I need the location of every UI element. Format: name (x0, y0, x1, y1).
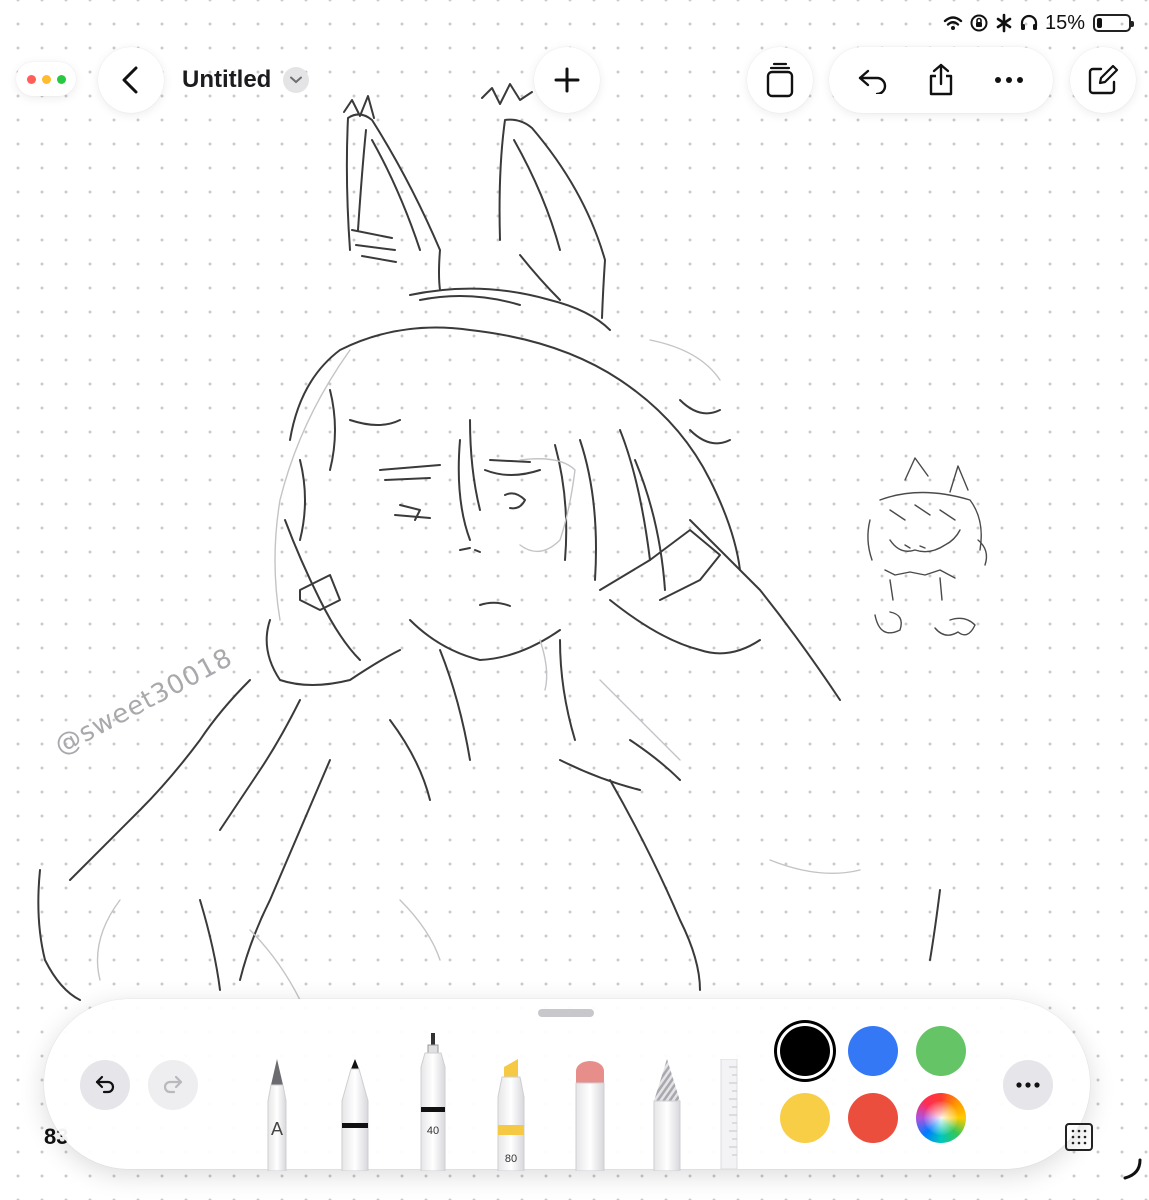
fineliner-tool-icon (420, 1033, 446, 1172)
plus-icon (554, 67, 580, 93)
add-button[interactable] (534, 47, 600, 113)
redo-icon (163, 1075, 183, 1094)
ruler-tool[interactable] (719, 1058, 739, 1174)
color-blue-swatch[interactable] (848, 1026, 898, 1076)
eraser-tool[interactable] (572, 1057, 608, 1176)
status-bar: 15% (943, 10, 1134, 36)
color-wheel-center (924, 1101, 958, 1135)
palette-grabber[interactable] (538, 1009, 594, 1017)
back-button[interactable] (98, 47, 164, 113)
highlighter-width-label: 80 (504, 1153, 518, 1165)
palette-more-button[interactable] (1003, 1060, 1053, 1110)
palette-undo-button[interactable] (80, 1060, 130, 1110)
share-button[interactable] (913, 52, 969, 108)
undo-arrow-button[interactable] (845, 52, 901, 108)
undo-arrow-icon (858, 69, 887, 94)
color-picker-wheel[interactable] (916, 1093, 966, 1143)
orientation-lock-icon (969, 13, 989, 33)
marker-tool[interactable] (338, 1057, 372, 1176)
chevron-down-icon[interactable] (283, 67, 310, 93)
pen-tool[interactable]: A (262, 1057, 292, 1176)
marker-tool-icon (341, 1059, 369, 1172)
bluetooth-icon (995, 13, 1013, 33)
more-options-button[interactable] (981, 52, 1037, 108)
compose-button[interactable] (1070, 47, 1136, 113)
pages-button[interactable] (747, 47, 813, 113)
pencil-tool[interactable] (650, 1057, 684, 1176)
fineliner-tool[interactable]: 40 (417, 1033, 449, 1176)
wifi-icon (943, 15, 963, 31)
ellipsis-icon (995, 77, 1023, 83)
window-close-dot[interactable] (26, 74, 36, 84)
color-red-swatch[interactable] (848, 1093, 898, 1143)
compose-icon (1088, 64, 1119, 95)
battery-icon (1093, 14, 1134, 32)
fineliner-width-label: 40 (426, 1125, 440, 1137)
tool-palette: A 40 80 (44, 999, 1090, 1172)
color-yellow-swatch[interactable] (780, 1093, 830, 1143)
palette-redo-button[interactable] (148, 1060, 198, 1110)
ellipsis-icon (1016, 1082, 1040, 1088)
document-title[interactable]: Untitled (182, 66, 271, 94)
share-icon (929, 63, 953, 96)
pen-tool-icon (267, 1059, 287, 1172)
window-zoom-dot[interactable] (56, 74, 66, 84)
window-controls[interactable] (16, 62, 76, 96)
color-black-swatch[interactable] (780, 1026, 830, 1076)
undo-icon (95, 1075, 115, 1094)
headphones-icon (1019, 13, 1039, 33)
pen-tool-label: A (270, 1119, 283, 1139)
pencil-tool-icon (653, 1059, 681, 1172)
ruler-tool-icon (720, 1058, 738, 1170)
color-green-swatch[interactable] (916, 1026, 966, 1076)
window-minimize-dot[interactable] (41, 74, 51, 84)
pages-stack-icon (766, 62, 794, 98)
highlighter-tool[interactable]: 80 (494, 1057, 528, 1176)
chibi-character-sketch (867, 457, 988, 636)
eraser-tool-icon (575, 1061, 605, 1172)
resize-corner-icon[interactable] (1122, 1158, 1144, 1185)
battery-percent: 15% (1044, 11, 1085, 34)
main-character-sketch (37, 83, 941, 1001)
grid-paper-icon[interactable] (1064, 1122, 1094, 1157)
document-title-menu[interactable]: Untitled (182, 62, 310, 98)
document-actions (829, 47, 1053, 113)
battery-level-fill (1097, 18, 1102, 28)
chevron-left-icon (122, 66, 138, 94)
